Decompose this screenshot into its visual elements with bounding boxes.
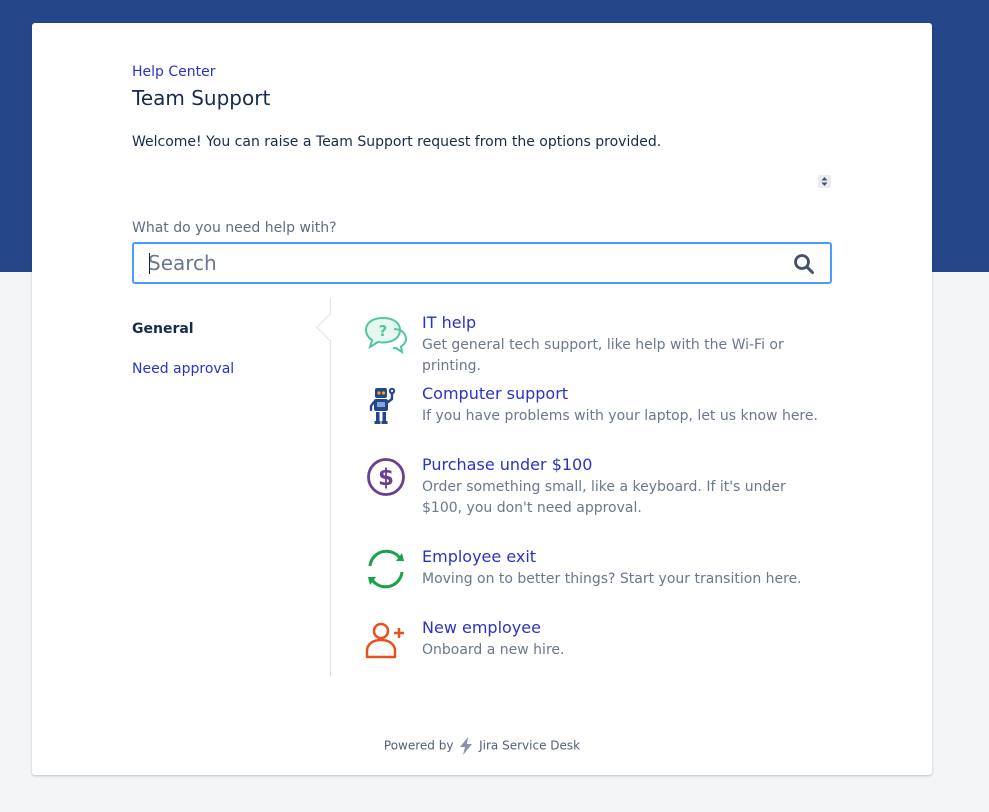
breadcrumb-help-center[interactable]: Help Center bbox=[132, 64, 216, 80]
nav-item-general[interactable]: General bbox=[132, 321, 194, 337]
request-type-name: New employee bbox=[422, 618, 541, 637]
resize-handle-icon[interactable] bbox=[818, 175, 831, 188]
search-icon[interactable] bbox=[792, 252, 816, 276]
request-type-description: Moving on to better things? Start your t… bbox=[422, 571, 802, 587]
nav-item-label: Need approval bbox=[132, 361, 235, 377]
nav-item-need-approval[interactable]: Need approval bbox=[132, 361, 234, 377]
page-title: Team Support bbox=[132, 86, 271, 110]
request-type-name: IT help bbox=[422, 313, 477, 332]
request-type-name: Purchase under $100 bbox=[422, 455, 593, 474]
text-caret bbox=[149, 253, 150, 274]
request-type-description: Get general tech support, like help with… bbox=[422, 337, 784, 374]
request-type-name: Computer support bbox=[422, 384, 569, 403]
portal-card: Help Center Team Support Welcome! You ca… bbox=[32, 23, 932, 775]
nav-divider bbox=[330, 298, 331, 676]
dollar-icon: $ bbox=[367, 458, 405, 496]
lightning-bolt-icon bbox=[460, 737, 473, 755]
add-user-icon bbox=[365, 622, 404, 659]
svg-text:$: $ bbox=[378, 465, 394, 491]
powered-by-text: Powered by bbox=[383, 738, 454, 753]
request-type-description: If you have problems with your laptop, l… bbox=[422, 408, 818, 424]
robot-icon bbox=[369, 387, 396, 424]
request-type-description: Order something small, like a keyboard. … bbox=[422, 479, 786, 516]
chat-question-icon: ? bbox=[364, 316, 408, 355]
powered-by-footer: Powered by Jira Service Desk bbox=[32, 737, 932, 755]
active-indicator bbox=[316, 314, 343, 341]
nav-item-label: General bbox=[132, 321, 194, 337]
request-type-name: Employee exit bbox=[422, 547, 537, 566]
search-input[interactable] bbox=[148, 244, 768, 282]
search-label: What do you need help with? bbox=[132, 220, 337, 236]
product-name-link[interactable]: Jira Service Desk bbox=[479, 739, 580, 753]
search-box bbox=[132, 242, 832, 284]
request-type-description: Onboard a new hire. bbox=[422, 642, 565, 658]
svg-text:?: ? bbox=[379, 322, 388, 340]
welcome-message: Welcome! You can raise a Team Support re… bbox=[132, 134, 662, 150]
refresh-arrows-icon bbox=[368, 549, 404, 589]
